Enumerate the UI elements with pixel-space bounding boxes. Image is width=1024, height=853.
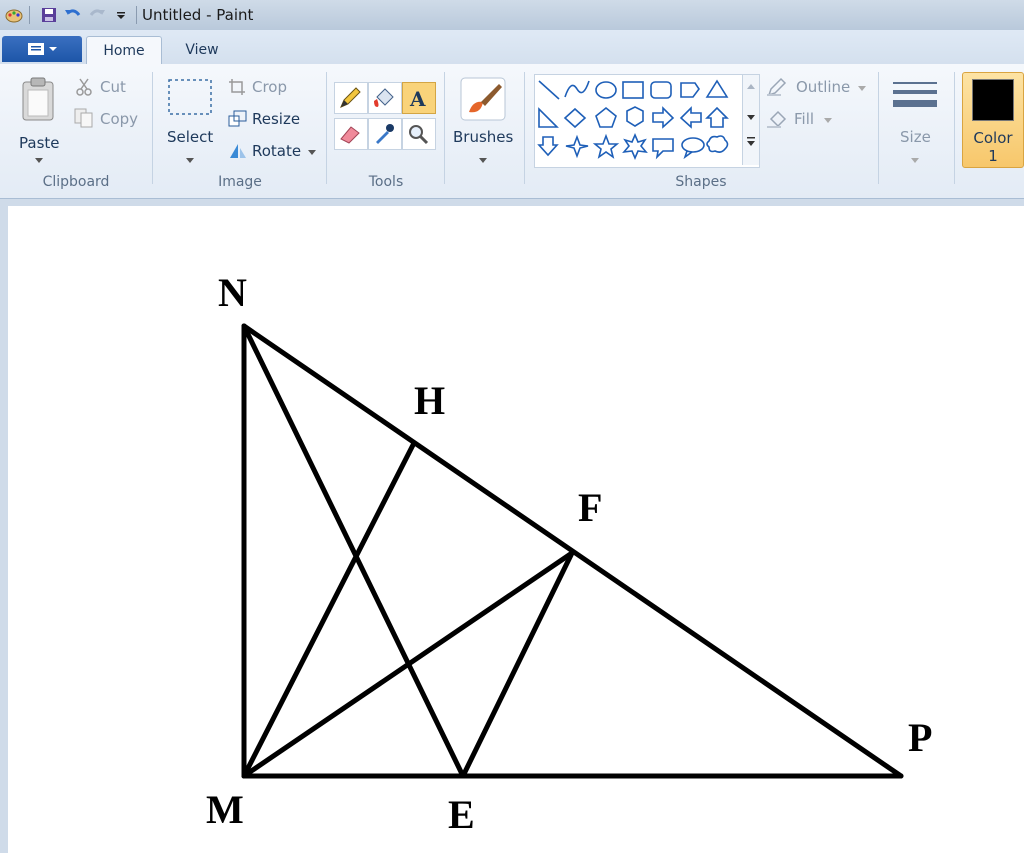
fill-icon [767, 110, 787, 128]
size-button[interactable]: Size [886, 72, 944, 164]
separator [29, 6, 30, 24]
copy-icon [74, 108, 93, 128]
chevron-down-icon [35, 158, 43, 163]
title-bar: Untitled - Paint [0, 0, 1024, 30]
color-picker-tool[interactable] [368, 118, 402, 150]
point-label-e: E [448, 792, 475, 837]
copy-label: Copy [100, 110, 139, 128]
shapes-group-label: Shapes [675, 174, 727, 190]
rotate-icon [230, 144, 246, 158]
crop-button[interactable]: Crop [228, 76, 308, 98]
pencil-icon [340, 87, 361, 108]
brush-icon [460, 77, 506, 121]
chevron-down-icon [858, 86, 866, 91]
shapes-scroll[interactable] [742, 75, 759, 165]
point-label-n: N [218, 270, 247, 315]
chevron-down-icon [911, 158, 919, 163]
shapes-gallery[interactable] [534, 74, 760, 168]
copy-button[interactable]: Copy [74, 108, 144, 130]
paste-label: Paste [19, 134, 60, 152]
brushes-button[interactable]: Brushes [450, 72, 516, 164]
rotate-button[interactable]: Rotate [228, 140, 318, 162]
magnifier-tool[interactable] [402, 118, 436, 150]
scroll-arrows-icon [747, 84, 755, 146]
size-label: Size [900, 128, 931, 146]
triangle-figure: N H F P M E [206, 270, 932, 837]
fill-label: Fill [794, 110, 815, 128]
rotate-label: Rotate [252, 142, 302, 160]
paint-bucket-icon [374, 88, 394, 107]
color-1-swatch [972, 79, 1014, 121]
fill-tool[interactable] [368, 82, 402, 114]
group-separator [954, 72, 955, 184]
group-separator [878, 72, 879, 184]
select-label: Select [167, 128, 214, 146]
chevron-down-icon [479, 158, 487, 163]
clipboard-group-label: Clipboard [42, 174, 110, 190]
color-1-label: Color [973, 129, 1013, 147]
redo-icon[interactable] [87, 5, 107, 25]
outline-button[interactable]: Outline [766, 76, 872, 98]
group-separator [326, 72, 327, 184]
resize-label: Resize [252, 110, 301, 128]
drawing-canvas[interactable]: N H F P M E [8, 206, 1024, 853]
tab-view[interactable]: View [168, 36, 236, 64]
pencil-tool[interactable] [334, 82, 368, 114]
cut-button[interactable]: Cut [76, 76, 146, 98]
tab-home[interactable]: Home [86, 36, 162, 65]
point-label-p: P [908, 715, 932, 760]
resize-button[interactable]: Resize [228, 108, 308, 130]
paint-menu-button[interactable] [2, 36, 82, 62]
outline-label: Outline [796, 78, 851, 96]
eyedropper-icon [376, 124, 394, 144]
text-icon: A [409, 87, 426, 111]
chevron-down-icon [824, 118, 832, 123]
clipboard-icon [22, 77, 54, 121]
tools-group-label: Tools [368, 174, 404, 190]
ribbon-tabs: Home View [0, 30, 1024, 65]
group-separator [152, 72, 153, 184]
eraser-tool[interactable] [334, 118, 368, 150]
color-1-index: 1 [988, 147, 998, 165]
svg-text:A: A [409, 87, 426, 111]
chevron-down-icon [186, 158, 194, 163]
fill-button[interactable]: Fill [766, 108, 856, 130]
ribbon-home: Paste Cut Copy Clipboard Select Crop Res… [0, 64, 1024, 199]
eraser-icon [340, 126, 360, 144]
outline-icon [767, 77, 787, 97]
point-label-f: F [578, 485, 602, 530]
save-icon[interactable] [39, 5, 59, 25]
shapes-icons [537, 79, 729, 161]
window-title: Untitled - Paint [142, 6, 254, 24]
segment-mf [241, 550, 575, 779]
line-size-icon [893, 82, 937, 107]
undo-icon[interactable] [63, 5, 83, 25]
chevron-down-icon [308, 150, 316, 155]
text-tool[interactable]: A [402, 82, 436, 114]
image-group-label: Image [218, 174, 262, 190]
cut-label: Cut [100, 78, 126, 96]
paint-app-icon[interactable] [4, 5, 24, 25]
group-separator [444, 72, 445, 184]
select-icon [168, 79, 212, 115]
color-1-button[interactable]: Color 1 [962, 72, 1024, 168]
magnifier-icon [409, 125, 429, 145]
paste-button[interactable]: Paste [12, 72, 66, 164]
customize-quick-access-icon[interactable] [111, 5, 131, 25]
crop-label: Crop [252, 78, 288, 96]
tools-grid: A [334, 82, 438, 150]
segment-mh [241, 440, 417, 779]
point-label-m: M [206, 787, 244, 832]
resize-icon [228, 110, 247, 127]
point-label-h: H [414, 378, 445, 423]
segment-ef [460, 550, 575, 779]
menu-icon [28, 43, 57, 55]
crop-icon [229, 79, 245, 95]
scissors-icon [76, 78, 92, 96]
brushes-label: Brushes [453, 128, 514, 146]
group-separator [524, 72, 525, 184]
separator [136, 6, 137, 24]
select-button[interactable]: Select [160, 72, 220, 164]
